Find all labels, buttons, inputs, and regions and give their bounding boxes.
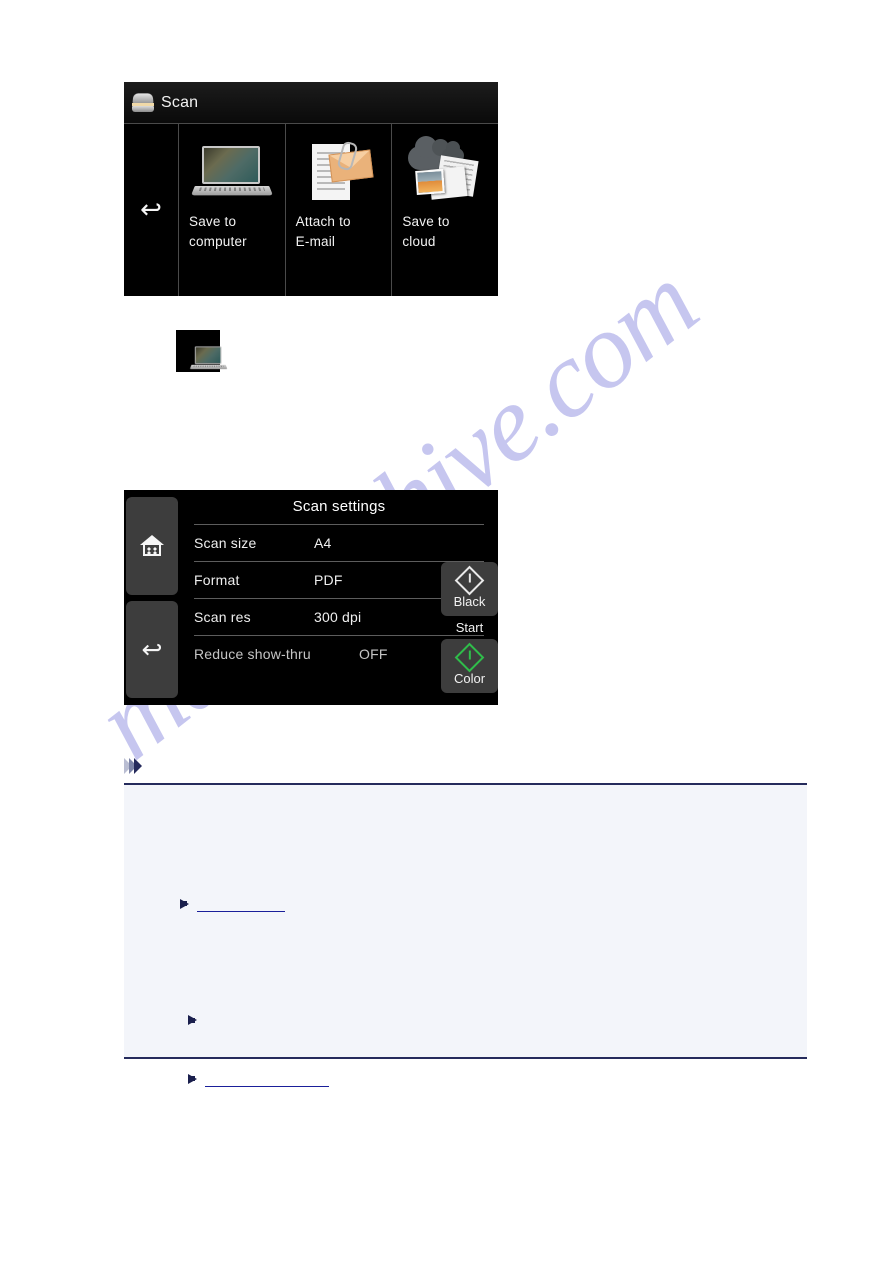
scan-settings-screenshot: ↩ Scan settings Scan size A4 Format PDF … [124, 490, 498, 705]
menu-tile-label: Attach to E-mail [286, 212, 392, 252]
menu-tile-label-line1: Attach to [295, 214, 351, 229]
note-link[interactable] [205, 1012, 215, 1028]
back-arrow-icon: ↩ [141, 634, 163, 664]
color-start-label: Color [453, 670, 486, 686]
arrow-bullet-icon [188, 1015, 197, 1025]
scanner-icon [132, 92, 154, 113]
color-start-button[interactable]: Color [441, 639, 498, 693]
menu-tile-label: Save to computer [179, 212, 285, 252]
menu-tile-label-line1: Save to [189, 214, 237, 229]
black-start-button[interactable]: Black [441, 562, 498, 616]
menu-tile-save-to-cloud[interactable]: Save to cloud [392, 124, 498, 296]
menu-tile-label-line2: cloud [402, 234, 436, 249]
scan-menu-back-button[interactable]: ↩ [124, 124, 179, 296]
triple-chevron-icon [124, 757, 142, 779]
start-diamond-icon [454, 565, 485, 595]
settings-row-label: Reduce show-thru [194, 646, 311, 662]
scan-menu-titlebar: Scan [124, 82, 498, 123]
note-list-item [188, 1070, 329, 1087]
note-link[interactable] [197, 895, 285, 912]
menu-tile-attach-to-email[interactable]: Attach to E-mail [286, 124, 393, 296]
back-arrow-icon: ↩ [140, 195, 162, 225]
home-button[interactable] [126, 497, 178, 595]
menu-tile-label-line1: Save to [402, 214, 450, 229]
scan-menu-screenshot: Scan ↩ Save to computer Attach to E-mail [124, 82, 498, 296]
home-icon [140, 534, 164, 557]
scan-settings-main: Scan settings Scan size A4 Format PDF Sc… [180, 490, 498, 705]
settings-row-value: A4 [314, 535, 332, 551]
scan-settings-start-keys: Black Start Color [441, 562, 498, 700]
menu-tile-label-line2: computer [189, 234, 247, 249]
note-list-item [188, 1012, 215, 1028]
settings-row-label: Scan size [194, 535, 257, 551]
settings-row-label: Format [194, 572, 240, 588]
laptop-icon-thumbnail [176, 330, 228, 372]
scan-settings-title: Scan settings [292, 498, 386, 515]
arrow-bullet-icon [180, 898, 189, 909]
note-body [124, 785, 807, 1087]
start-diamond-icon [454, 642, 485, 672]
note-link[interactable] [205, 1070, 329, 1087]
scan-menu-title: Scan [161, 93, 199, 111]
laptop-icon [189, 140, 275, 206]
laptop-icon [189, 344, 228, 370]
black-start-label: Black [453, 593, 486, 609]
note-header [124, 755, 807, 785]
menu-tile-label: Save to cloud [392, 212, 498, 252]
settings-row-scan-size[interactable]: Scan size A4 [194, 525, 484, 562]
scan-menu-body: ↩ Save to computer Attach to E-mail Save… [124, 123, 498, 296]
email-attachment-icon [296, 140, 382, 206]
menu-tile-label-line2: E-mail [295, 234, 336, 249]
cloud-upload-icon [402, 136, 488, 206]
scan-settings-hardware-keys-left: ↩ [124, 490, 180, 705]
settings-row-label: Scan res [194, 609, 251, 625]
back-button[interactable]: ↩ [126, 600, 178, 698]
note-block [124, 755, 807, 1087]
note-list-item [180, 895, 285, 912]
arrow-bullet-icon [188, 1073, 197, 1084]
menu-tile-save-to-computer[interactable]: Save to computer [179, 124, 286, 296]
start-keys-caption: Start [455, 620, 484, 635]
